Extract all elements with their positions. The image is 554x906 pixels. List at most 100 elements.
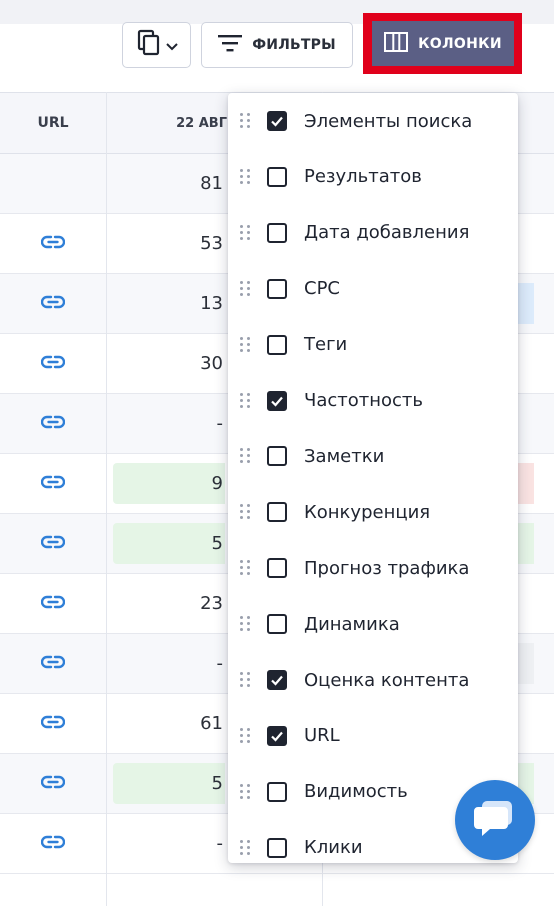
column-checkbox[interactable] xyxy=(267,781,287,802)
column-option-label: URL xyxy=(304,725,340,747)
link-icon[interactable] xyxy=(40,834,66,853)
column-option[interactable]: URL xyxy=(228,708,518,764)
column-checkbox[interactable] xyxy=(267,558,287,579)
value-cell: 5 xyxy=(113,763,225,804)
column-checkbox[interactable] xyxy=(267,614,287,635)
column-option[interactable]: Динамика xyxy=(228,596,518,652)
drag-handle-icon[interactable] xyxy=(240,616,252,632)
columns-icon xyxy=(384,31,409,56)
column-option[interactable]: CPC xyxy=(228,261,518,317)
column-checkbox[interactable] xyxy=(267,334,287,355)
column-checkbox[interactable] xyxy=(267,111,287,131)
column-option-label: Оценка контента xyxy=(304,669,470,691)
column-option-label: Дата добавления xyxy=(304,222,470,244)
column-option-label: Прогноз трафика xyxy=(304,557,470,579)
chat-widget-button[interactable] xyxy=(455,780,535,860)
link-icon[interactable] xyxy=(40,774,66,793)
column-option-label: Результатов xyxy=(304,166,422,188)
column-option[interactable]: Заметки xyxy=(228,428,518,484)
column-option[interactable]: Теги xyxy=(228,317,518,373)
columns-button[interactable]: КОЛОНКИ xyxy=(372,21,514,66)
drag-handle-icon[interactable] xyxy=(240,224,252,241)
link-icon[interactable] xyxy=(40,294,66,313)
drag-handle-icon[interactable] xyxy=(240,168,252,185)
column-header-url[interactable]: URL xyxy=(0,93,106,153)
filters-button[interactable]: ФИЛЬТРЫ xyxy=(201,22,353,68)
url-cell xyxy=(0,214,106,273)
url-cell xyxy=(0,454,106,513)
link-icon[interactable] xyxy=(40,534,66,553)
columns-menu: Элементы поиска Результатов Дата добавлени… xyxy=(228,93,518,863)
value-cell: 81 xyxy=(200,173,223,194)
drag-handle-icon[interactable] xyxy=(240,280,252,297)
column-option-label: CPC xyxy=(304,278,340,300)
column-option-label: Теги xyxy=(304,334,348,356)
value-cell: - xyxy=(216,833,224,854)
chat-icon xyxy=(474,798,516,842)
chevron-down-icon xyxy=(165,36,178,55)
link-icon[interactable] xyxy=(40,234,66,253)
value-cell: 9 xyxy=(113,463,225,504)
column-option[interactable]: Результатов xyxy=(228,149,518,205)
link-icon[interactable] xyxy=(40,354,66,373)
link-icon[interactable] xyxy=(40,654,66,673)
value-cell: - xyxy=(216,653,224,674)
drag-handle-icon[interactable] xyxy=(240,113,252,129)
value-cell: 53 xyxy=(200,233,223,254)
column-checkbox[interactable] xyxy=(267,390,287,411)
copy-dropdown-button[interactable] xyxy=(122,22,191,68)
column-option[interactable]: Частотность xyxy=(228,373,518,429)
drag-handle-icon[interactable] xyxy=(240,783,252,800)
drag-handle-icon[interactable] xyxy=(240,727,252,744)
column-option-label: Видимость xyxy=(304,781,408,803)
url-cell xyxy=(0,694,106,753)
column-checkbox[interactable] xyxy=(267,502,287,523)
url-cell xyxy=(0,274,106,333)
url-cell xyxy=(0,574,106,633)
link-icon[interactable] xyxy=(40,714,66,733)
url-cell xyxy=(0,514,106,573)
link-icon[interactable] xyxy=(40,474,66,493)
column-checkbox[interactable] xyxy=(267,837,287,858)
link-icon[interactable] xyxy=(40,594,66,613)
column-option-label: Заметки xyxy=(304,445,385,467)
url-cell xyxy=(0,634,106,693)
column-checkbox[interactable] xyxy=(267,670,287,690)
copy-icon xyxy=(136,29,162,61)
checkmark-icon xyxy=(271,675,283,686)
drag-handle-icon[interactable] xyxy=(240,448,252,464)
column-option-label: Клики xyxy=(304,837,363,859)
column-option[interactable]: Конкуренция xyxy=(228,484,518,540)
drag-handle-icon[interactable] xyxy=(240,392,252,409)
column-option[interactable]: Элементы поиска xyxy=(228,93,518,149)
filter-icon xyxy=(218,34,243,56)
checkmark-icon xyxy=(271,731,283,742)
drag-handle-icon[interactable] xyxy=(240,504,252,520)
column-checkbox[interactable] xyxy=(267,725,287,746)
column-checkbox[interactable] xyxy=(267,222,287,243)
drag-handle-icon[interactable] xyxy=(240,672,252,688)
value-cell: 5 xyxy=(113,523,225,564)
link-icon[interactable] xyxy=(40,414,66,433)
drag-handle-icon[interactable] xyxy=(240,336,252,353)
value-cell: 13 xyxy=(200,293,223,314)
column-option-label: Конкуренция xyxy=(304,501,431,523)
columns-label: КОЛОНКИ xyxy=(418,35,502,52)
column-option[interactable]: Оценка контента xyxy=(228,652,518,708)
column-checkbox[interactable] xyxy=(267,446,287,467)
column-option[interactable]: Прогноз трафика xyxy=(228,540,518,596)
column-header-date[interactable]: 22 АВГ xyxy=(107,93,227,153)
url-cell xyxy=(0,754,106,813)
column-option-label: Динамика xyxy=(304,613,400,635)
column-option[interactable]: Дата добавления xyxy=(228,205,518,261)
value-cell: - xyxy=(216,413,224,434)
column-checkbox[interactable] xyxy=(267,278,287,299)
value-cell: 30 xyxy=(200,353,223,374)
url-cell xyxy=(0,814,106,873)
url-cell xyxy=(0,334,106,393)
column-checkbox[interactable] xyxy=(267,166,287,187)
drag-handle-icon[interactable] xyxy=(240,560,252,576)
column-option-label: Элементы поиска xyxy=(304,110,473,132)
drag-handle-icon[interactable] xyxy=(240,839,252,856)
checkmark-icon xyxy=(271,116,283,127)
